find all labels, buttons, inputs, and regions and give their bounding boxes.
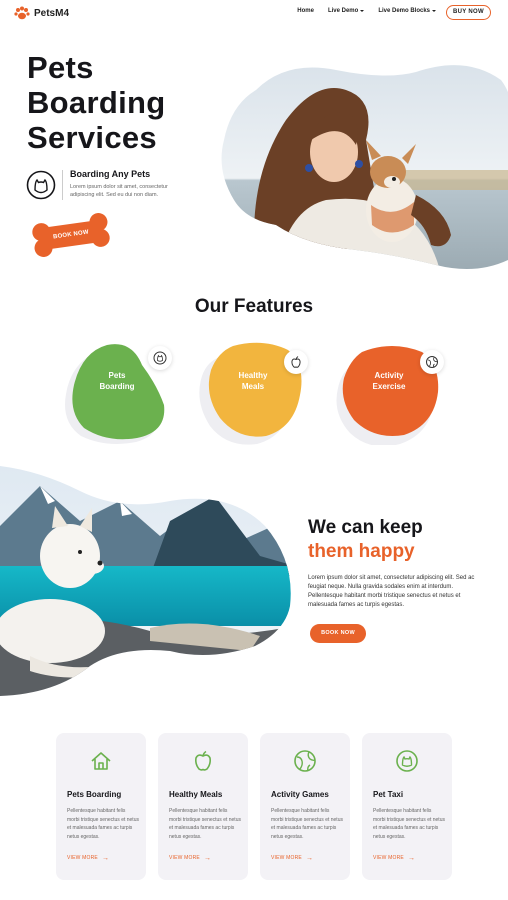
happy-title-line-1: We can keep — [308, 517, 423, 538]
arrow-right-icon: → — [305, 854, 314, 862]
service-card-title: Healthy Meals — [169, 790, 223, 799]
link-label: VIEW MORE — [271, 855, 302, 861]
brand-name: PetsM4 — [34, 7, 70, 19]
menu-item-live-demo[interactable]: Live Demo — [327, 8, 365, 14]
service-card: Pets Boarding Pellentesque habitant feli… — [56, 733, 146, 880]
brand-logo[interactable]: PetsM4 — [14, 6, 69, 20]
view-more-link[interactable]: VIEW MORE → — [271, 854, 314, 862]
service-card: Activity Games Pellentesque habitant fel… — [260, 733, 350, 880]
link-label: VIEW MORE — [67, 855, 98, 861]
house-icon — [91, 752, 111, 770]
arrow-right-icon: → — [407, 854, 416, 862]
service-card-text: Pellentesque habitant felis morbi tristi… — [67, 808, 139, 840]
globe-icon — [420, 350, 444, 374]
cat-icon — [396, 750, 418, 772]
main-menu: Home Live Demo Live Demo Blocks — [297, 8, 436, 14]
hero-title: Pets Boarding Services — [27, 50, 217, 155]
happy-book-now-button[interactable]: BOOK NOW — [310, 624, 366, 643]
menu-item-label: Home — [297, 8, 314, 14]
service-card-title: Activity Games — [271, 790, 329, 799]
caret-down-icon — [432, 10, 436, 12]
service-card-text: Pellentesque habitant felis morbi tristi… — [373, 808, 445, 840]
cat-icon — [148, 346, 172, 370]
menu-item-live-demo-blocks[interactable]: Live Demo Blocks — [378, 8, 436, 14]
service-card-text: Pellentesque habitant felis morbi tristi… — [169, 808, 241, 840]
feature-label: Healthy Meals — [238, 371, 268, 391]
hero-title-line: Pets — [27, 50, 94, 85]
view-more-link[interactable]: VIEW MORE → — [67, 854, 110, 862]
feature-activity-exercise[interactable]: Activity Exercise — [334, 340, 454, 445]
arrow-right-icon: → — [101, 854, 110, 862]
happy-title-line-2: them happy — [308, 541, 415, 562]
cat-icon — [26, 170, 56, 200]
divider — [62, 170, 63, 200]
service-card-title: Pets Boarding — [67, 790, 122, 799]
service-card: Pet Taxi Pellentesque habitant felis mor… — [362, 733, 452, 880]
top-navbar: PetsM4 Home Live Demo Live Demo Blocks B… — [0, 0, 508, 26]
apple-icon — [284, 350, 308, 374]
menu-item-home[interactable]: Home — [297, 8, 314, 14]
hero-title-line: Services — [27, 120, 157, 155]
buy-now-button[interactable]: BUY NOW — [446, 5, 491, 20]
caret-down-icon — [360, 10, 365, 12]
features-section-title: Our Features — [194, 296, 314, 317]
apple-icon — [195, 750, 211, 771]
globe-icon — [294, 750, 316, 772]
link-label: VIEW MORE — [169, 855, 200, 861]
service-card-title: Pet Taxi — [373, 790, 404, 799]
happy-description: Lorem ipsum dolor sit amet, consectetur … — [308, 575, 475, 608]
paw-icon — [14, 6, 30, 20]
hero-photo-woman-with-dog — [221, 65, 508, 269]
link-label: VIEW MORE — [373, 855, 404, 861]
service-card-text: Pellentesque habitant felis morbi tristi… — [271, 808, 343, 840]
menu-item-label: Live Demo Blocks — [378, 8, 430, 14]
arrow-right-icon: → — [203, 854, 212, 862]
hero-title-line: Boarding — [27, 85, 166, 120]
menu-item-label: Live Demo — [327, 8, 359, 14]
service-card: Healthy Meals Pellentesque habitant feli… — [158, 733, 248, 880]
feature-label: Activity Exercise — [372, 371, 406, 391]
feature-healthy-meals[interactable]: Healthy Meals — [198, 340, 318, 445]
hero-description: Lorem ipsum dolor sit amet, consectetur … — [70, 184, 168, 198]
feature-pets-boarding[interactable]: Pets Boarding — [62, 340, 182, 445]
hero-subtitle: Boarding Any Pets — [70, 169, 151, 179]
samoyed-dog-lake-photo — [0, 466, 291, 696]
feature-label: Pets Boarding — [99, 371, 135, 391]
view-more-link[interactable]: VIEW MORE → — [169, 854, 212, 862]
view-more-link[interactable]: VIEW MORE → — [373, 854, 416, 862]
